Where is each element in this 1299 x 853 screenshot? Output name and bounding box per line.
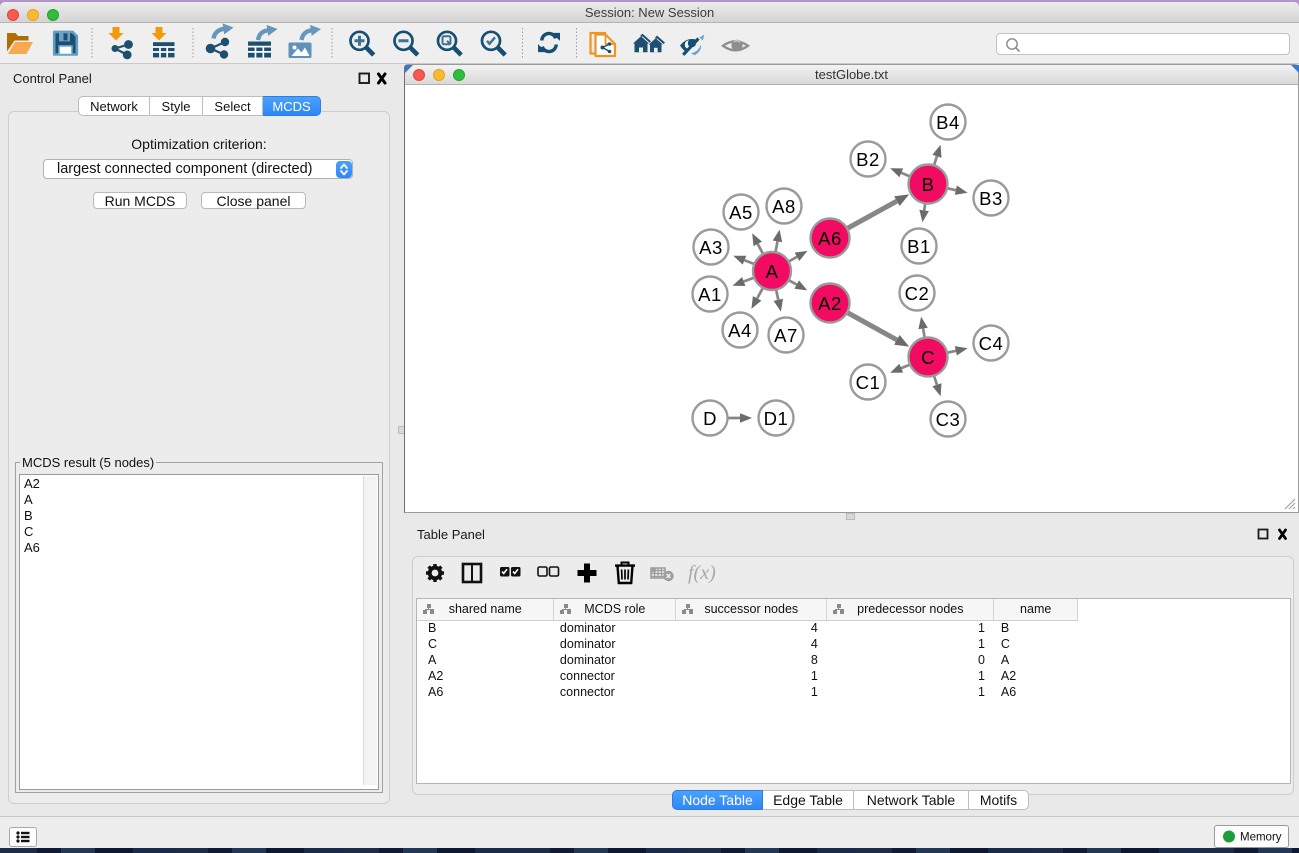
- svg-text:A2: A2: [818, 293, 842, 314]
- svg-text:D: D: [703, 408, 717, 429]
- svg-text:B2: B2: [856, 149, 880, 170]
- svg-text:Memory: Memory: [1240, 832, 1282, 844]
- svg-text:D1: D1: [764, 408, 789, 429]
- svg-text:A6: A6: [818, 228, 842, 249]
- svg-text:C3: C3: [936, 409, 961, 430]
- svg-text:C1: C1: [856, 372, 881, 393]
- svg-text:A: A: [766, 261, 779, 282]
- svg-text:A8: A8: [772, 196, 796, 217]
- svg-text:B3: B3: [979, 188, 1003, 209]
- svg-text:C4: C4: [979, 333, 1004, 354]
- svg-text:C2: C2: [905, 283, 930, 304]
- svg-text:A7: A7: [774, 325, 798, 346]
- svg-text:B4: B4: [936, 112, 960, 133]
- svg-text:A4: A4: [728, 320, 752, 341]
- svg-text:A1: A1: [698, 284, 722, 305]
- svg-text:B1: B1: [907, 236, 931, 257]
- svg-text:A3: A3: [699, 237, 723, 258]
- svg-text:f(x): f(x): [688, 562, 716, 584]
- svg-text:B: B: [922, 174, 935, 195]
- svg-text:A5: A5: [729, 202, 753, 223]
- svg-text:C: C: [921, 347, 935, 368]
